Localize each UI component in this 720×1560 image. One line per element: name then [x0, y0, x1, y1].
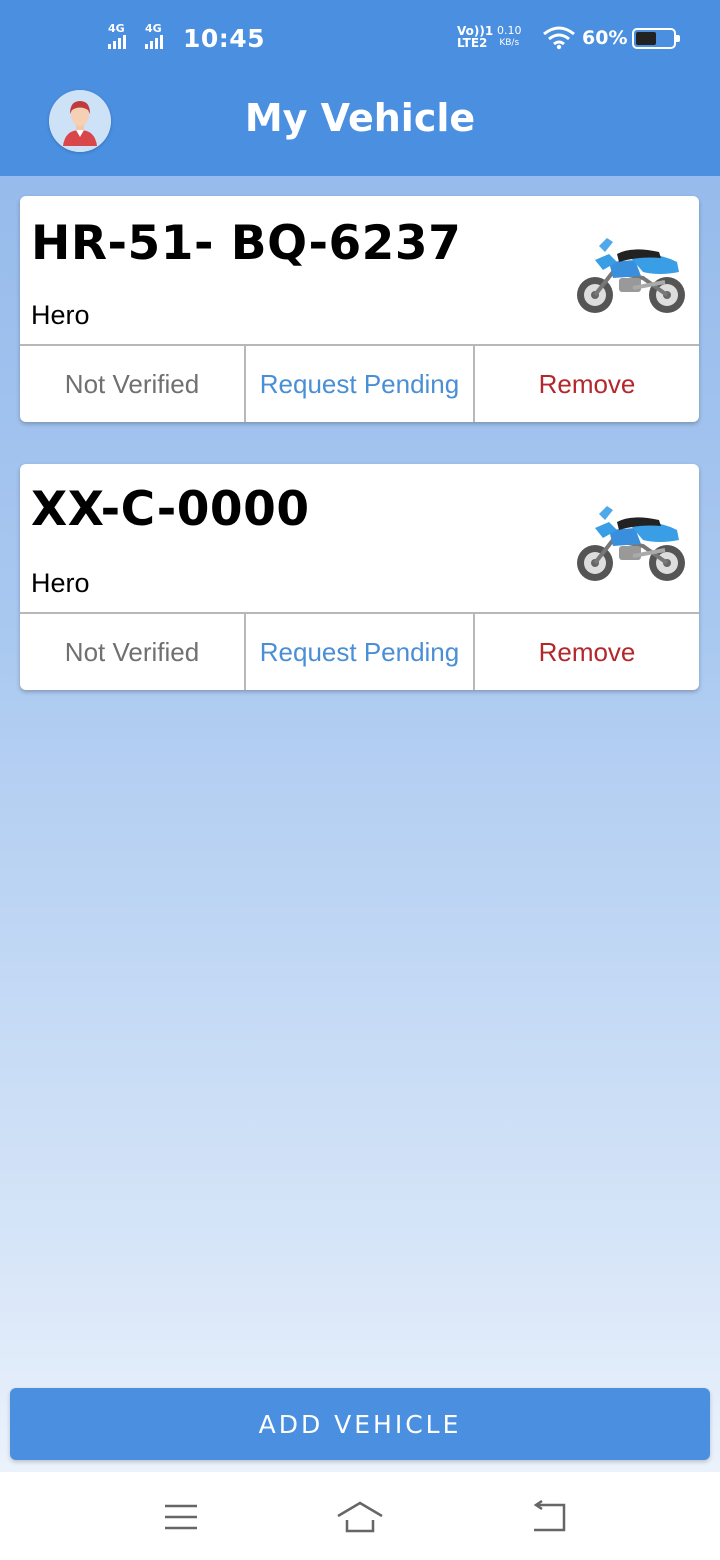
- motorcycle-icon: [577, 238, 685, 313]
- add-vehicle-button[interactable]: ADD VEHICLE: [10, 1388, 710, 1460]
- verification-status: Not Verified: [20, 614, 246, 690]
- signal-1-label: 4G: [108, 22, 125, 35]
- vehicle-actions: Not Verified Request Pending Remove: [20, 612, 699, 690]
- signal-2-label: 4G: [145, 22, 162, 35]
- back-icon[interactable]: [530, 1500, 568, 1534]
- signal-1: 4G: [108, 22, 126, 49]
- battery-fill: [636, 32, 656, 45]
- home-icon[interactable]: [335, 1500, 385, 1534]
- motorcycle-icon: [577, 506, 685, 581]
- app-header: 4G 4G 10:45 Vo))1 LTE2 0.10 KB/s 60% My …: [0, 0, 720, 176]
- vehicle-plate: XX-C-0000: [31, 482, 310, 537]
- signal-2: 4G: [145, 22, 163, 49]
- vehicle-make: Hero: [31, 568, 90, 598]
- signal-bars-icon: [145, 35, 163, 49]
- remove-button[interactable]: Remove: [475, 614, 699, 690]
- clock: 10:45: [183, 24, 266, 53]
- vehicle-actions: Not Verified Request Pending Remove: [20, 344, 699, 422]
- volte-bottom: LTE2: [457, 36, 488, 50]
- request-pending-button[interactable]: Request Pending: [246, 614, 475, 690]
- net-speed-unit: KB/s: [499, 38, 520, 48]
- verification-status: Not Verified: [20, 346, 246, 422]
- remove-button[interactable]: Remove: [475, 346, 699, 422]
- battery-icon: [632, 28, 680, 49]
- vehicle-make: Hero: [31, 300, 90, 330]
- signal-bars-icon: [108, 35, 126, 49]
- battery-percent: 60%: [582, 27, 628, 49]
- request-pending-button[interactable]: Request Pending: [246, 346, 475, 422]
- net-speed-value: 0.10: [497, 24, 522, 37]
- status-bar: 4G 4G 10:45 Vo))1 LTE2 0.10 KB/s 60%: [0, 0, 720, 78]
- vehicle-plate: HR-51- BQ-6237: [31, 216, 462, 271]
- page-title: My Vehicle: [244, 96, 476, 140]
- vehicle-card: HR-51- BQ-6237 Hero Not Verified Request…: [20, 196, 699, 422]
- volte-indicator: Vo))1 LTE2: [457, 25, 493, 49]
- system-nav-bar: [0, 1472, 720, 1560]
- wifi-icon: [543, 26, 575, 50]
- vehicle-card: XX-C-0000 Hero Not Verified Request Pend…: [20, 464, 699, 690]
- net-speed: 0.10 KB/s: [497, 25, 522, 49]
- menu-icon[interactable]: [163, 1500, 199, 1534]
